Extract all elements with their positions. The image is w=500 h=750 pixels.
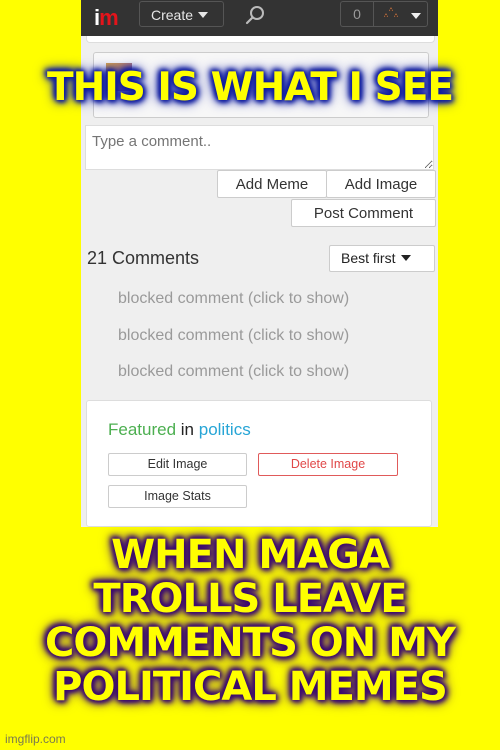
edit-image-button[interactable]: Edit Image	[108, 453, 247, 476]
post-comment-button[interactable]: Post Comment	[291, 199, 436, 227]
category-link[interactable]: politics	[199, 420, 251, 439]
image-stats-button[interactable]: Image Stats	[108, 485, 247, 508]
site-logo[interactable]: im	[94, 5, 119, 31]
sort-select[interactable]: Best first	[329, 245, 435, 272]
caption-line: WHEN MAGA	[111, 532, 390, 578]
user-menu-button[interactable]	[373, 1, 428, 27]
comments-count: 21 Comments	[87, 248, 200, 268]
featured-panel: Featured in politics Edit Image Delete I…	[86, 400, 432, 527]
blocked-comment[interactable]: blocked comment (click to show)	[118, 290, 349, 308]
subheader-bar	[86, 36, 435, 43]
user-avatar-icon	[384, 7, 398, 17]
caption-line: POLITICAL MEMES	[53, 664, 448, 710]
create-button[interactable]: Create	[139, 1, 224, 27]
meme-bottom-caption: WHEN MAGA TROLLS LEAVE COMMENTS ON MY PO…	[0, 533, 500, 709]
search-icon[interactable]	[244, 4, 266, 26]
caption-line: COMMENTS ON MY	[45, 620, 456, 666]
caption-line: TROLLS LEAVE	[93, 576, 407, 622]
notification-count-button[interactable]: 0	[340, 1, 373, 27]
featured-in-line: Featured in politics	[108, 420, 251, 439]
meme-top-caption: THIS IS WHAT I SEE	[46, 65, 454, 110]
add-meme-button[interactable]: Add Meme	[217, 170, 327, 198]
imgflip-watermark: imgflip.com	[5, 732, 66, 746]
blocked-comment[interactable]: blocked comment (click to show)	[118, 363, 349, 381]
comment-input[interactable]	[85, 125, 434, 170]
chevron-down-icon	[198, 12, 209, 19]
chevron-down-icon	[411, 13, 421, 19]
chevron-down-icon	[401, 255, 412, 262]
blocked-comment[interactable]: blocked comment (click to show)	[118, 327, 349, 345]
add-image-button[interactable]: Add Image	[326, 170, 436, 198]
delete-image-button[interactable]: Delete Image	[258, 453, 398, 476]
top-nav: im Create 0	[81, 0, 438, 36]
